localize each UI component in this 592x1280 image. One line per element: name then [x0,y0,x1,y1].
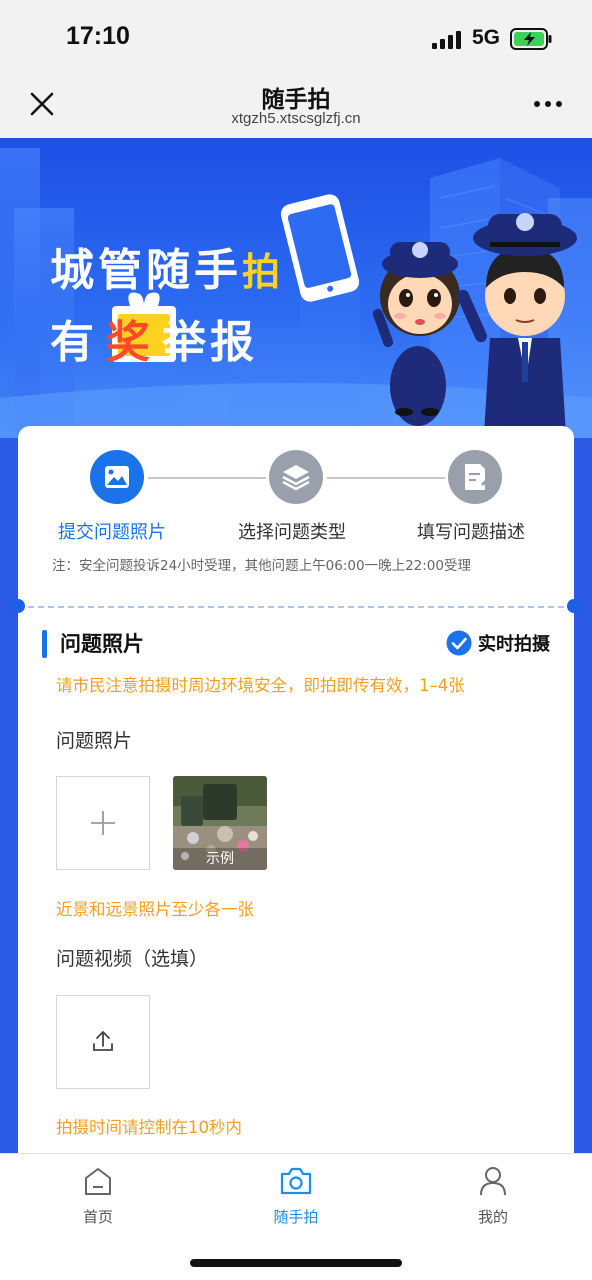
promo-banner: 城管随手拍 有奖举报 [0,138,592,438]
nav-bar: 随手拍 xtgzh5.xtscsglzfj.cn [0,72,592,138]
step-label-type: 选择问题类型 [238,522,346,543]
add-photo-button[interactable] [56,776,150,870]
user-icon [480,1167,506,1196]
page-title: 随手拍 [261,87,331,113]
camera-icon [280,1167,312,1195]
realtime-label: 实时拍摄 [478,634,550,655]
tab-mine-label: 我的 [477,1208,508,1226]
banner-text-2c: 举报 [162,317,258,368]
step-connector-1 [148,477,266,479]
card-divider [18,598,574,616]
plus-icon [91,811,115,835]
sample-photo[interactable]: 示例 [173,776,267,870]
battery-icon [510,28,552,50]
check-circle-icon [446,630,472,656]
step-upload-photo[interactable] [90,450,144,504]
section-accent-bar [42,630,47,658]
more-icon[interactable] [532,94,564,114]
tab-mine[interactable]: 我的 [433,1164,553,1236]
edit-icon [465,464,490,490]
banner-text-2b: 奖 [106,317,154,368]
layers-icon [282,465,310,491]
tab-home-label: 首页 [82,1208,113,1226]
service-hours-note: 注：安全问题投诉24小时受理，其他问题上午06:00一晚上22:00受理 [52,558,471,574]
divider-notch-right [567,599,581,613]
image-icon [105,466,129,488]
divider-notch-left [11,599,25,613]
tab-snapshot[interactable]: 随手拍 [236,1164,356,1236]
step-connector-2 [327,477,445,479]
tab-home[interactable]: 首页 [38,1164,158,1236]
video-field-label: 问题视频（选填） [56,948,209,970]
photo-requirement-hint: 近景和远景照片至少各一张 [56,900,254,919]
status-time: 17:10 [66,22,130,50]
banner-slogan-line1: 城管随手拍 [50,234,284,298]
page-url: xtgzh5.xtscsglzfj.cn [231,110,361,127]
banner-slogan-line2: 有奖举报 [50,306,258,370]
realtime-capture-toggle[interactable]: 实时拍摄 [446,628,550,658]
steps-card: 提交问题照片 选择问题类型 填写问题描述 注：安全问题投诉24小时受理，其他问题… [18,426,574,598]
home-indicator [190,1259,402,1267]
upload-video-button[interactable] [56,995,150,1089]
step-select-type[interactable] [269,450,323,504]
photo-field-label: 问题照片 [56,730,133,752]
step-label-describe: 填写问题描述 [417,522,525,543]
step-label-upload: 提交问题照片 [58,522,166,543]
banner-text-2a: 有 [50,317,98,368]
home-icon [85,1168,111,1195]
video-duration-hint: 拍摄时间请控制在10秒内 [56,1118,242,1137]
upload-icon [93,1031,113,1051]
step-describe[interactable] [448,450,502,504]
photo-form-card: 问题照片 实时拍摄 请市民注意拍摄时周边环境安全，即拍即传有效，1–4张 问题照… [18,616,574,1156]
section-title: 问题照片 [60,632,144,656]
tab-snapshot-label: 随手拍 [273,1208,319,1226]
sample-caption: 示例 [173,848,267,870]
photo-safety-tip: 请市民注意拍摄时周边环境安全，即拍即传有效，1–4张 [56,676,465,695]
signal-icon [432,31,461,49]
banner-text-1a: 城管随手 [50,245,242,296]
banner-text-1b: 拍 [242,250,285,294]
status-bar: 17:10 5G [0,0,592,72]
network-type: 5G [472,26,501,49]
